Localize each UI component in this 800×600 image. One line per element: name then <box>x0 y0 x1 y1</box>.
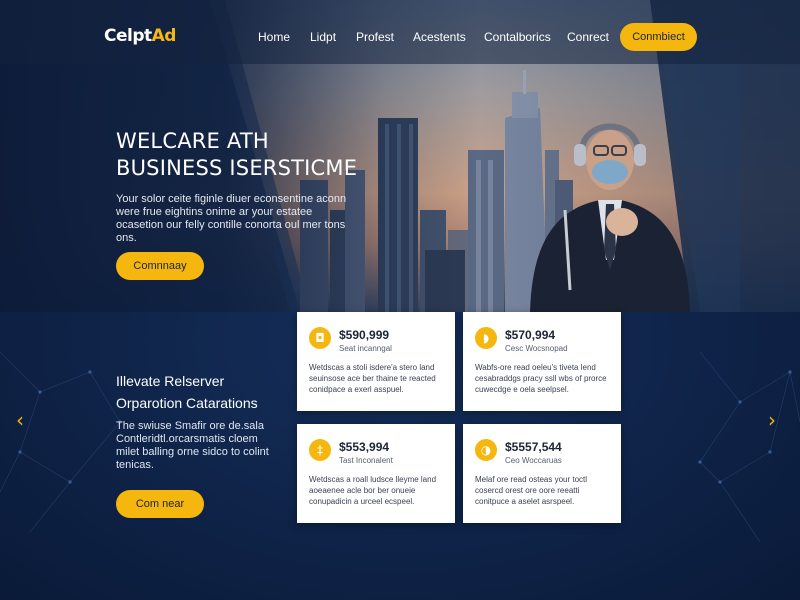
card-text: Melaf ore read osteas your toctl cosercd… <box>475 475 588 506</box>
hero-button[interactable]: Comnnaay <box>116 252 204 280</box>
hero-title-line2: BUSINESS ISERSTICME <box>116 156 358 180</box>
card-value: $553,994 <box>339 440 390 454</box>
stat-card[interactable]: ◑ $5557,544 Ceo Woccaruas Melaf ore read… <box>463 424 621 523</box>
card-icon: ◘ <box>309 327 331 349</box>
hero-title: WELCARE ATH BUSINESS ISERSTICME <box>116 128 376 182</box>
nav-link-5[interactable]: Contalborics <box>484 30 551 44</box>
section-button[interactable]: Com near <box>116 490 204 518</box>
nav-cta-button[interactable]: Conmbiect <box>620 23 697 51</box>
page: CelptAd Home Lidpt Profest Acestents Con… <box>0 0 800 600</box>
hero-title-line1: WELCARE ATH <box>116 129 269 153</box>
carousel-next-arrow-icon[interactable]: › <box>768 408 776 432</box>
card-value: $5557,544 <box>505 440 562 454</box>
businessman-image <box>530 123 690 312</box>
hero-description: Your solor ceite figinle diuer econsenti… <box>116 193 347 244</box>
card-icon: ‡ <box>309 439 331 461</box>
card-subtitle: Seat incanngal <box>339 344 392 353</box>
nav-link-home[interactable]: Home <box>258 30 290 44</box>
stat-card[interactable]: ◘ $590,999 Seat incanngal Wetdscas a sto… <box>297 312 455 411</box>
card-value: $570,994 <box>505 328 556 342</box>
section-title-line1: Illevate Relserver <box>116 373 225 389</box>
nav-link-contact[interactable]: Conrect <box>567 30 609 44</box>
card-subtitle: Tast Inconalent <box>339 456 393 465</box>
card-icon: ◑ <box>475 439 497 461</box>
card-subtitle: Ceo Woccaruas <box>505 456 562 465</box>
card-text: Wetdscas a roall ludsce lleyme land aoea… <box>309 475 437 506</box>
section-title: Illevate Relserver Orparotion Cataration… <box>116 370 296 414</box>
stat-card[interactable]: ◗ $570,994 Cesc Wocsnopad Wabfs-ore read… <box>463 312 621 411</box>
card-text: Wabfs-ore read oeleu's tiveta lend cesab… <box>475 363 607 394</box>
nav-link-3[interactable]: Profest <box>356 30 394 44</box>
nav-link-4[interactable]: Acestents <box>413 30 466 44</box>
carousel-prev-arrow-icon[interactable]: ‹ <box>16 408 24 432</box>
card-subtitle: Cesc Wocsnopad <box>505 344 568 353</box>
card-value: $590,999 <box>339 328 390 342</box>
section-description: The swiuse Smafir ore de.sala Contleridt… <box>116 420 269 471</box>
section-title-line2: Orparotion Catarations <box>116 395 258 411</box>
nav-link-2[interactable]: Lidpt <box>310 30 336 44</box>
card-text: Wetdscas a stoli isdere'a stero land seu… <box>309 363 436 394</box>
top-navbar: CelptAd Home Lidpt Profest Acestents Con… <box>0 0 800 64</box>
card-icon: ◗ <box>475 327 497 349</box>
stat-card[interactable]: ‡ $553,994 Tast Inconalent Wetdscas a ro… <box>297 424 455 523</box>
